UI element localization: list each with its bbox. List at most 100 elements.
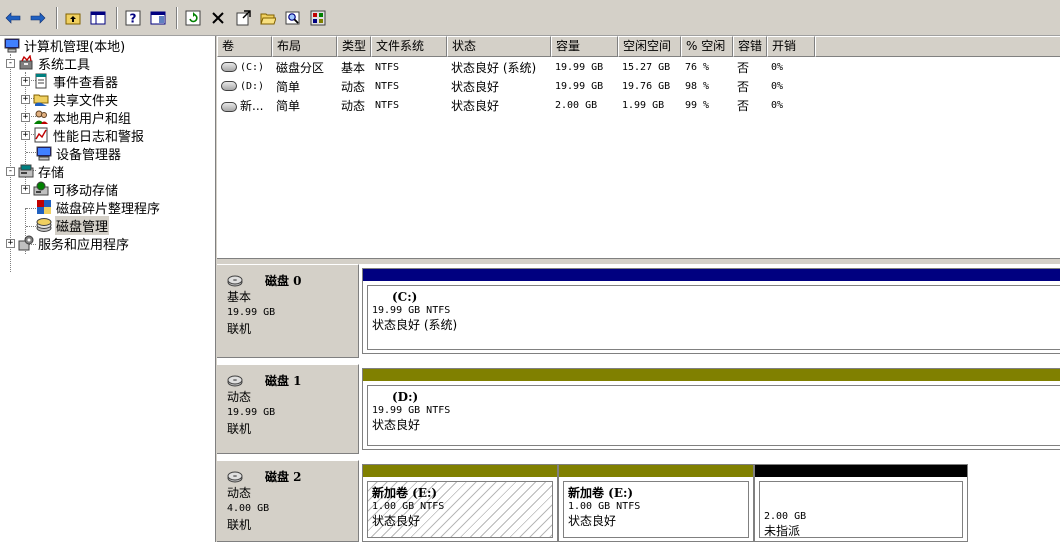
tree-item-computer-management[interactable]: 计算机管理(本地) xyxy=(4,36,126,55)
tree-item-disk-defragmenter[interactable]: 磁盘碎片整理程序 xyxy=(36,198,161,217)
volume-status: 状态良好 xyxy=(451,80,500,94)
open-folder-icon[interactable] xyxy=(257,7,279,29)
tree-item-label: 事件查看器 xyxy=(53,75,119,91)
volume-overhead: 0% xyxy=(771,100,784,111)
partition-unallocated[interactable]: 2.00 GB 未指派 xyxy=(754,464,968,542)
tree-item-removable-storage[interactable]: + 可移动存储 xyxy=(21,180,119,199)
tree-item-storage[interactable]: - 存储 xyxy=(6,162,65,181)
column-header-percent-free[interactable]: % 空闲 xyxy=(681,36,733,57)
column-header-volume[interactable]: 卷 xyxy=(217,36,272,57)
volume-name: (C:) xyxy=(240,62,265,73)
disk-graphical-view: 磁盘 0 基本 19.99 GB 联机 (C:) 19.99 GB NTFS 状… xyxy=(217,264,1060,542)
partition-title: (C:) xyxy=(392,290,418,304)
volume-icon xyxy=(221,81,237,91)
expand-toggle[interactable]: + xyxy=(21,94,30,104)
volume-overhead: 0% xyxy=(771,81,784,92)
expand-toggle[interactable]: + xyxy=(21,112,30,122)
collapse-toggle[interactable]: - xyxy=(6,58,15,68)
settings-icon[interactable] xyxy=(307,7,329,29)
partition-status: 未指派 xyxy=(764,524,801,538)
search-icon[interactable] xyxy=(282,7,304,29)
tree-item-services-applications[interactable]: + 服务和应用程序 xyxy=(6,234,130,253)
volume-layout: 简单 xyxy=(276,99,301,113)
column-header-filler xyxy=(815,36,1060,57)
tree-item-event-viewer[interactable]: + 事件查看器 xyxy=(21,72,119,91)
column-header-filesystem[interactable]: 文件系统 xyxy=(371,36,447,57)
disk-info[interactable]: 磁盘 0 基本 19.99 GB 联机 xyxy=(217,264,359,358)
refresh-icon[interactable] xyxy=(182,7,204,29)
volume-free-space: 19.76 GB xyxy=(622,81,671,92)
tree-item-label: 计算机管理(本地) xyxy=(24,39,126,55)
disk-info[interactable]: 磁盘 1 动态 19.99 GB 联机 xyxy=(217,364,359,454)
help-icon[interactable]: ? xyxy=(122,7,144,29)
disk-state: 联机 xyxy=(227,518,252,532)
tree-item-label: 设备管理器 xyxy=(56,147,122,163)
disk-state: 联机 xyxy=(227,422,252,436)
tree-item-label: 性能日志和警报 xyxy=(53,129,145,145)
column-header-overhead[interactable]: 开销 xyxy=(767,36,815,57)
collapse-toggle[interactable]: - xyxy=(6,166,15,176)
partition-e-extent-1[interactable]: 新加卷 (E:) 1.00 GB NTFS 状态良好 xyxy=(362,464,558,542)
volume-icon xyxy=(221,101,237,112)
volume-filesystem: NTFS xyxy=(375,100,400,111)
volume-layout: 简单 xyxy=(276,80,301,94)
volume-type: 动态 xyxy=(341,99,366,113)
column-header-fault-tolerance[interactable]: 容错 xyxy=(733,36,767,57)
table-row[interactable]: (C:) 磁盘分区 基本 NTFS 状态良好 (系统) 19.99 GB 15.… xyxy=(217,58,815,77)
volume-free-space: 1.99 GB xyxy=(622,100,665,111)
disk-icon xyxy=(227,471,243,483)
disk-row[interactable]: 磁盘 0 基本 19.99 GB 联机 (C:) 19.99 GB NTFS 状… xyxy=(217,264,1060,358)
volume-layout: 磁盘分区 xyxy=(276,61,325,75)
export-icon[interactable] xyxy=(232,7,254,29)
disk-icon xyxy=(227,375,243,387)
tree-item-device-manager[interactable]: 设备管理器 xyxy=(36,144,122,163)
partition-c[interactable]: (C:) 19.99 GB NTFS 状态良好 (系统) xyxy=(362,268,1060,354)
partition-title: (D:) xyxy=(392,390,419,404)
expand-toggle[interactable]: + xyxy=(6,238,15,248)
expand-toggle[interactable]: + xyxy=(21,76,30,86)
forward-arrow-icon[interactable] xyxy=(27,7,49,29)
disk-row[interactable]: 磁盘 2 动态 4.00 GB 联机 新加卷 (E:) 1.00 GB NTFS… xyxy=(217,460,1060,542)
column-header-layout[interactable]: 布局 xyxy=(272,36,337,57)
event-viewer-icon xyxy=(35,73,47,89)
disk-name: 磁盘 0 xyxy=(265,274,302,288)
expand-toggle[interactable]: + xyxy=(21,130,30,140)
up-folder-icon[interactable] xyxy=(62,7,84,29)
column-header-status[interactable]: 状态 xyxy=(447,36,551,57)
defragmenter-icon xyxy=(37,200,51,214)
volume-name: 新... xyxy=(240,99,264,113)
volume-status: 状态良好 (系统) xyxy=(451,61,537,75)
volume-filesystem: NTFS xyxy=(375,62,400,73)
disk-info[interactable]: 磁盘 2 动态 4.00 GB 联机 xyxy=(217,460,359,542)
disk-row[interactable]: 磁盘 1 动态 19.99 GB 联机 (D:) 19.99 GB NTFS 状… xyxy=(217,364,1060,454)
tree-item-disk-management[interactable]: 磁盘管理 xyxy=(36,215,110,235)
tree-item-system-tools[interactable]: - 系统工具 xyxy=(6,54,91,73)
column-header-free-space[interactable]: 空闲空间 xyxy=(618,36,681,57)
disk-size: 19.99 GB xyxy=(227,307,276,318)
volume-capacity: 19.99 GB xyxy=(555,81,604,92)
partition-d[interactable]: (D:) 19.99 GB NTFS 状态良好 xyxy=(362,368,1060,450)
properties-icon[interactable] xyxy=(147,7,169,29)
volume-status: 状态良好 xyxy=(451,99,500,113)
tree-item-label: 系统工具 xyxy=(38,57,91,73)
tree-item-shared-folders[interactable]: + 共享文件夹 xyxy=(21,90,119,109)
tree-item-performance-logs[interactable]: + 性能日志和警报 xyxy=(21,126,145,145)
tree-item-local-users[interactable]: + 本地用户和组 xyxy=(21,108,132,127)
back-arrow-icon[interactable] xyxy=(2,7,24,29)
table-row[interactable]: 新... 简单 动态 NTFS 状态良好 2.00 GB 1.99 GB 99 … xyxy=(217,96,815,115)
delete-icon[interactable] xyxy=(207,7,229,29)
partition-status: 状态良好 (系统) xyxy=(372,318,458,332)
toolbar: ? xyxy=(0,0,1060,36)
show-hide-tree-icon[interactable] xyxy=(87,7,109,29)
users-icon xyxy=(34,110,48,124)
removable-storage-icon xyxy=(33,181,49,196)
column-header-capacity[interactable]: 容量 xyxy=(551,36,618,57)
table-row[interactable]: (D:) 简单 动态 NTFS 状态良好 19.99 GB 19.76 GB 9… xyxy=(217,77,815,96)
tree-item-label: 服务和应用程序 xyxy=(38,237,130,253)
partition-title: 新加卷 (E:) xyxy=(372,486,438,500)
expand-toggle[interactable]: + xyxy=(21,184,30,194)
partition-e-extent-2[interactable]: 新加卷 (E:) 1.00 GB NTFS 状态良好 xyxy=(558,464,754,542)
volume-percent-free: 98 % xyxy=(685,81,710,92)
column-header-type[interactable]: 类型 xyxy=(337,36,371,57)
volume-fault-tolerance: 否 xyxy=(737,80,750,94)
